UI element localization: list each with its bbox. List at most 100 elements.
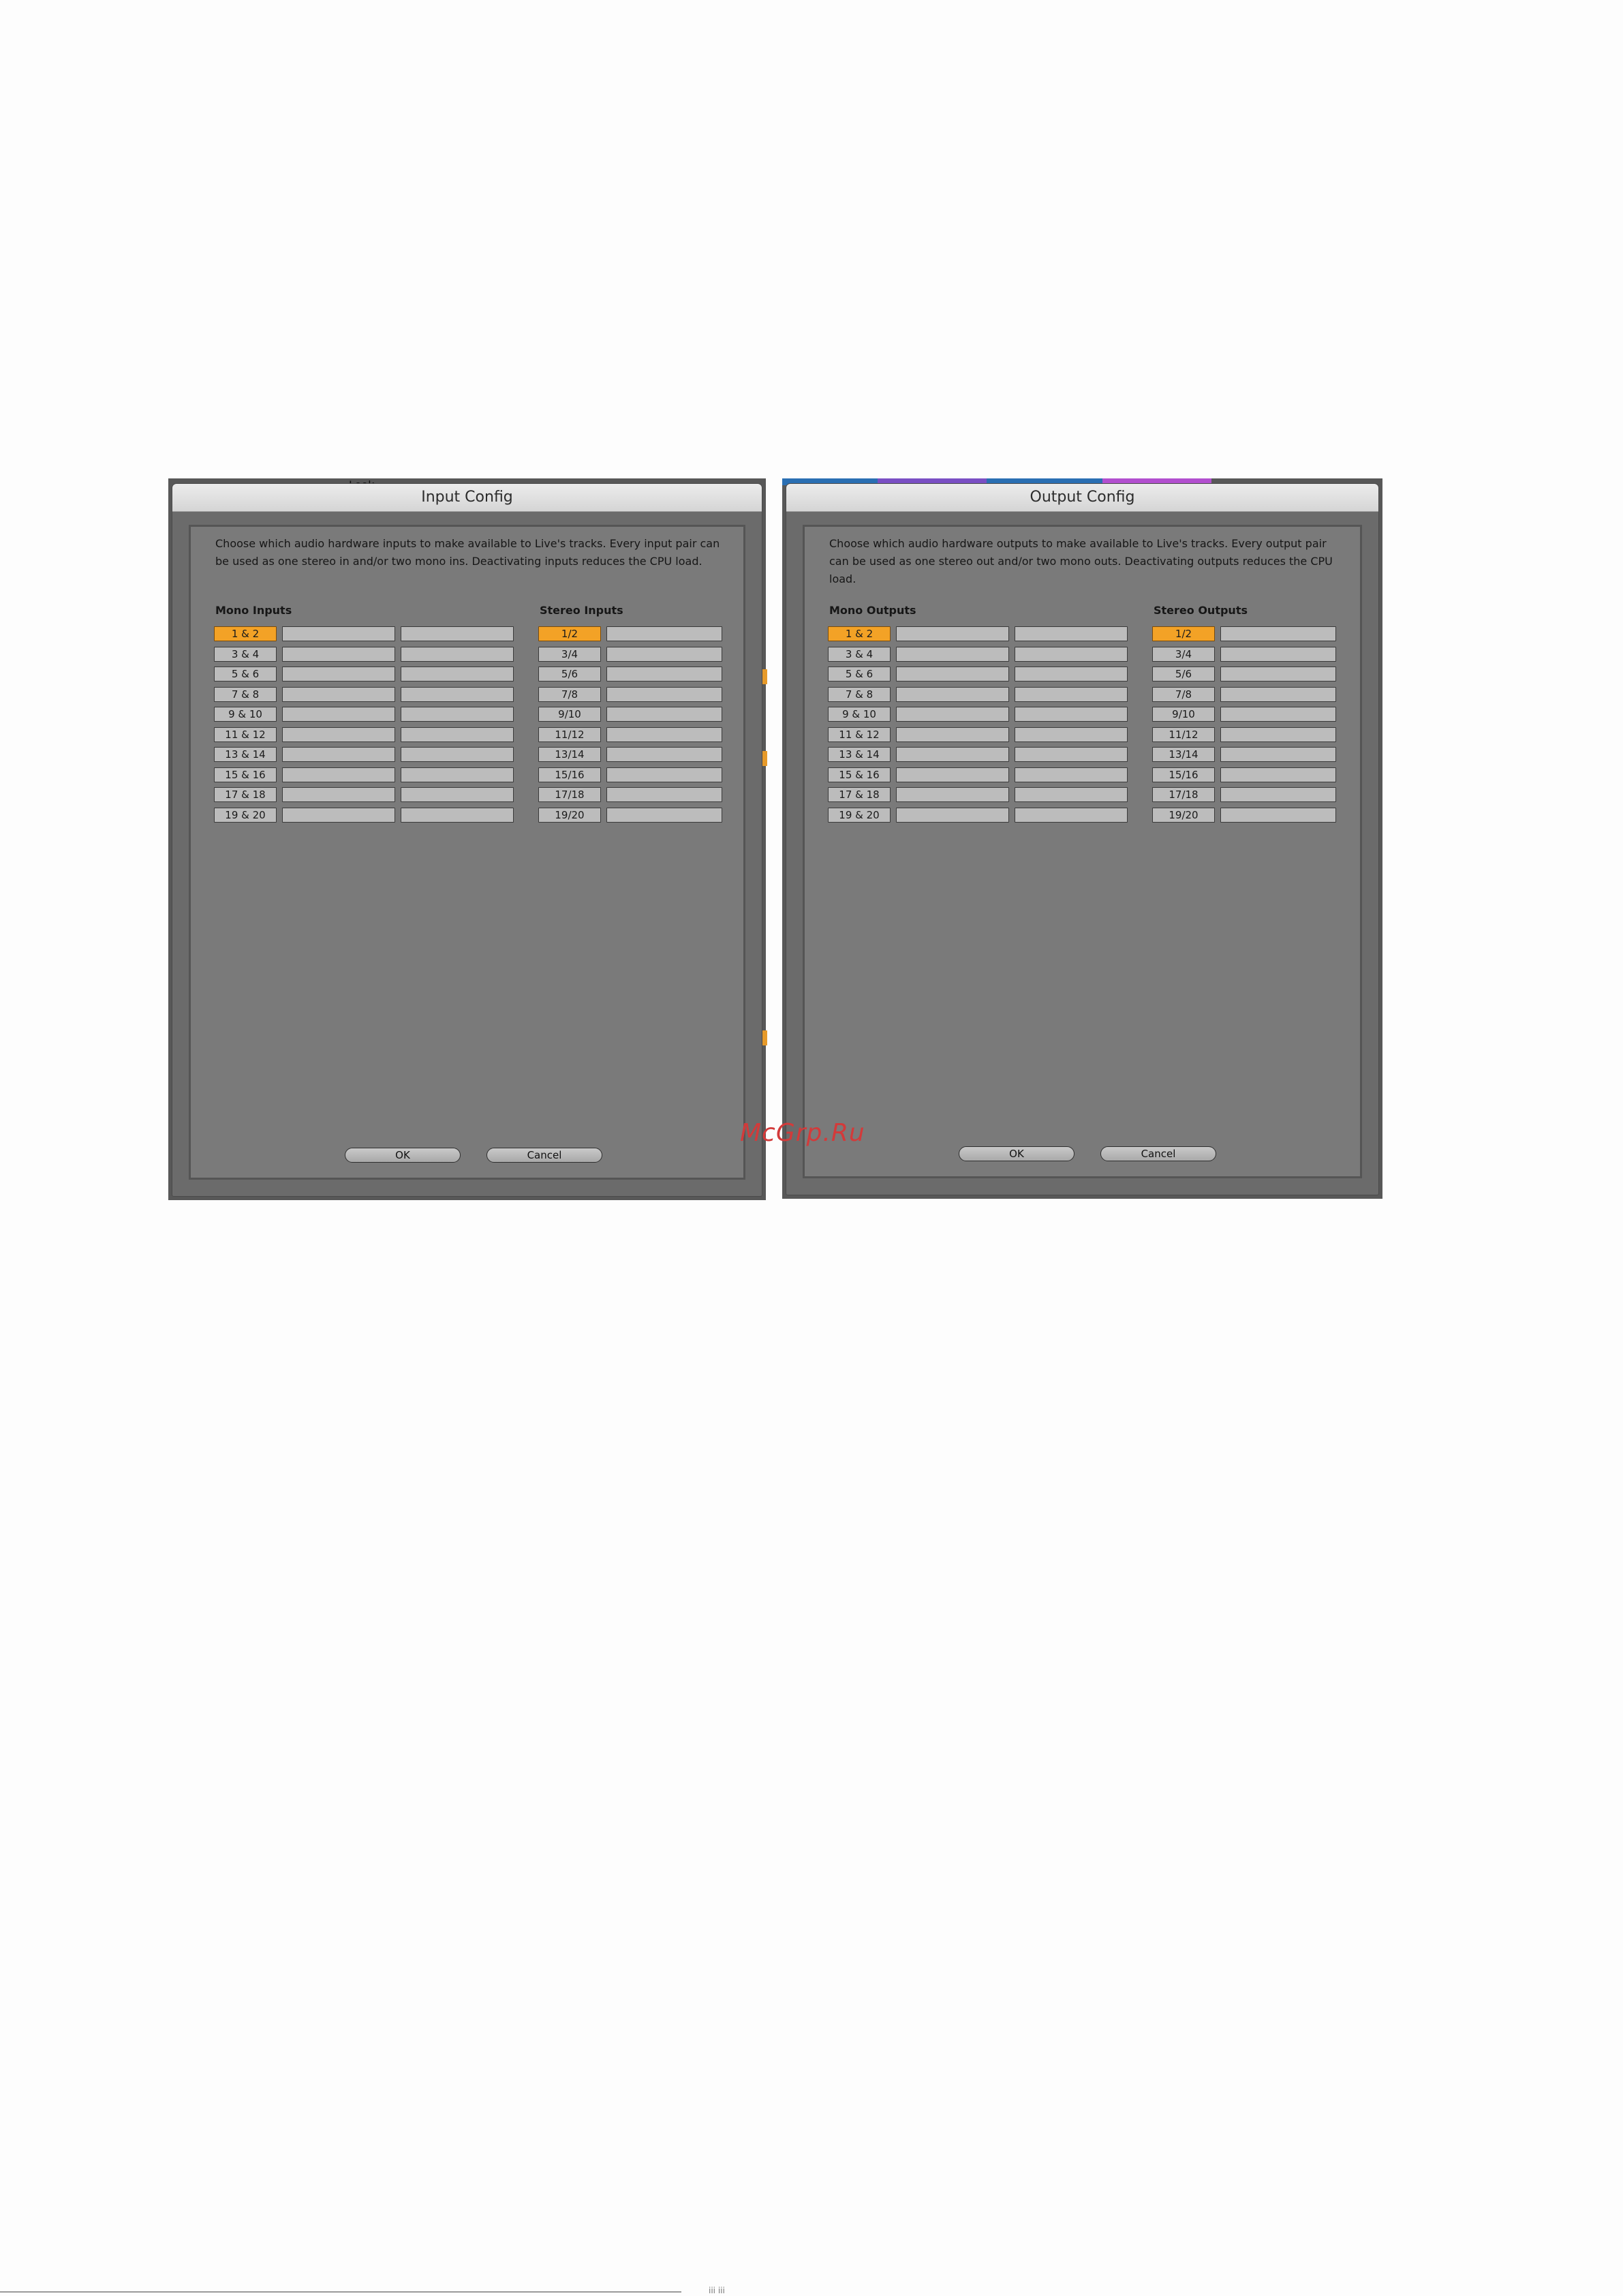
mono-pair-toggle[interactable]: 7 & 8 <box>214 686 277 702</box>
mono-channel-slot[interactable] <box>401 767 514 782</box>
mono-pair-toggle[interactable]: 3 & 4 <box>214 646 277 662</box>
mono-pair-toggle[interactable]: 3 & 4 <box>828 646 891 662</box>
mono-channel-slot[interactable] <box>1015 747 1128 762</box>
stereo-channel-slot[interactable] <box>606 726 722 742</box>
stereo-pair-toggle[interactable]: 11/12 <box>538 726 601 742</box>
stereo-channel-slot[interactable] <box>606 807 722 823</box>
stereo-channel-slot[interactable] <box>606 747 722 762</box>
mono-channel-slot[interactable] <box>896 686 1009 702</box>
mono-channel-slot[interactable] <box>896 646 1009 662</box>
mono-channel-slot[interactable] <box>896 707 1009 722</box>
mono-channel-slot[interactable] <box>401 807 514 823</box>
stereo-pair-toggle[interactable]: 13/14 <box>1152 747 1215 762</box>
mono-channel-slot[interactable] <box>896 726 1009 742</box>
mono-channel-slot[interactable] <box>401 726 514 742</box>
mono-channel-slot[interactable] <box>1015 787 1128 802</box>
stereo-pair-toggle[interactable]: 11/12 <box>1152 726 1215 742</box>
ok-button[interactable]: OK <box>959 1146 1075 1161</box>
stereo-channel-slot[interactable] <box>1220 787 1336 802</box>
mono-channel-slot[interactable] <box>896 807 1009 823</box>
stereo-pair-toggle[interactable]: 9/10 <box>538 707 601 722</box>
mono-pair-toggle[interactable]: 13 & 14 <box>214 747 277 762</box>
mono-channel-slot[interactable] <box>1015 726 1128 742</box>
stereo-channel-slot[interactable] <box>1220 807 1336 823</box>
stereo-pair-toggle[interactable]: 15/16 <box>538 767 601 782</box>
mono-channel-slot[interactable] <box>401 787 514 802</box>
mono-channel-slot[interactable] <box>282 686 395 702</box>
mono-channel-slot[interactable] <box>896 626 1009 641</box>
stereo-pair-toggle[interactable]: 7/8 <box>1152 686 1215 702</box>
mono-channel-slot[interactable] <box>282 787 395 802</box>
stereo-channel-slot[interactable] <box>606 646 722 662</box>
mono-pair-toggle[interactable]: 5 & 6 <box>828 667 891 682</box>
stereo-channel-slot[interactable] <box>606 707 722 722</box>
mono-channel-slot[interactable] <box>282 667 395 682</box>
stereo-channel-slot[interactable] <box>606 667 722 682</box>
mono-pair-toggle[interactable]: 9 & 10 <box>214 707 277 722</box>
stereo-pair-toggle[interactable]: 3/4 <box>1152 646 1215 662</box>
mono-channel-slot[interactable] <box>401 707 514 722</box>
stereo-channel-slot[interactable] <box>1220 707 1336 722</box>
mono-pair-toggle[interactable]: 5 & 6 <box>214 667 277 682</box>
mono-channel-slot[interactable] <box>896 787 1009 802</box>
mono-channel-slot[interactable] <box>401 686 514 702</box>
mono-pair-toggle[interactable]: 17 & 18 <box>828 787 891 802</box>
stereo-channel-slot[interactable] <box>1220 726 1336 742</box>
mono-pair-toggle[interactable]: 1 & 2 <box>214 626 277 641</box>
stereo-pair-toggle[interactable]: 3/4 <box>538 646 601 662</box>
mono-channel-slot[interactable] <box>1015 626 1128 641</box>
stereo-channel-slot[interactable] <box>1220 646 1336 662</box>
dialog-title[interactable]: Output Config <box>786 484 1378 512</box>
mono-channel-slot[interactable] <box>896 767 1009 782</box>
mono-channel-slot[interactable] <box>401 747 514 762</box>
mono-channel-slot[interactable] <box>401 626 514 641</box>
mono-pair-toggle[interactable]: 13 & 14 <box>828 747 891 762</box>
mono-pair-toggle[interactable]: 11 & 12 <box>828 726 891 742</box>
dialog-title[interactable]: Input Config <box>172 484 762 512</box>
stereo-pair-toggle[interactable]: 7/8 <box>538 686 601 702</box>
mono-pair-toggle[interactable]: 15 & 16 <box>828 767 891 782</box>
cancel-button[interactable]: Cancel <box>486 1148 602 1163</box>
stereo-pair-toggle[interactable]: 15/16 <box>1152 767 1215 782</box>
ok-button[interactable]: OK <box>345 1148 461 1163</box>
mono-channel-slot[interactable] <box>1015 686 1128 702</box>
stereo-pair-toggle[interactable]: 19/20 <box>1152 807 1215 823</box>
stereo-pair-toggle[interactable]: 19/20 <box>538 807 601 823</box>
stereo-channel-slot[interactable] <box>606 686 722 702</box>
mono-channel-slot[interactable] <box>1015 807 1128 823</box>
mono-channel-slot[interactable] <box>1015 646 1128 662</box>
stereo-channel-slot[interactable] <box>1220 767 1336 782</box>
stereo-pair-toggle[interactable]: 9/10 <box>1152 707 1215 722</box>
mono-pair-toggle[interactable]: 19 & 20 <box>828 807 891 823</box>
mono-channel-slot[interactable] <box>896 667 1009 682</box>
mono-channel-slot[interactable] <box>282 707 395 722</box>
mono-channel-slot[interactable] <box>1015 767 1128 782</box>
stereo-channel-slot[interactable] <box>606 767 722 782</box>
mono-pair-toggle[interactable]: 11 & 12 <box>214 726 277 742</box>
mono-channel-slot[interactable] <box>282 726 395 742</box>
mono-channel-slot[interactable] <box>282 747 395 762</box>
mono-pair-toggle[interactable]: 7 & 8 <box>828 686 891 702</box>
stereo-channel-slot[interactable] <box>1220 667 1336 682</box>
mono-pair-toggle[interactable]: 17 & 18 <box>214 787 277 802</box>
stereo-pair-toggle[interactable]: 1/2 <box>538 626 601 641</box>
mono-pair-toggle[interactable]: 19 & 20 <box>214 807 277 823</box>
stereo-channel-slot[interactable] <box>606 787 722 802</box>
mono-channel-slot[interactable] <box>282 646 395 662</box>
stereo-pair-toggle[interactable]: 5/6 <box>1152 667 1215 682</box>
mono-channel-slot[interactable] <box>282 767 395 782</box>
stereo-pair-toggle[interactable]: 17/18 <box>1152 787 1215 802</box>
mono-channel-slot[interactable] <box>896 747 1009 762</box>
stereo-pair-toggle[interactable]: 5/6 <box>538 667 601 682</box>
stereo-channel-slot[interactable] <box>1220 626 1336 641</box>
mono-channel-slot[interactable] <box>1015 707 1128 722</box>
mono-pair-toggle[interactable]: 1 & 2 <box>828 626 891 641</box>
mono-channel-slot[interactable] <box>1015 667 1128 682</box>
stereo-pair-toggle[interactable]: 13/14 <box>538 747 601 762</box>
stereo-pair-toggle[interactable]: 17/18 <box>538 787 601 802</box>
mono-pair-toggle[interactable]: 15 & 16 <box>214 767 277 782</box>
mono-channel-slot[interactable] <box>282 807 395 823</box>
stereo-pair-toggle[interactable]: 1/2 <box>1152 626 1215 641</box>
mono-channel-slot[interactable] <box>282 626 395 641</box>
mono-channel-slot[interactable] <box>401 667 514 682</box>
